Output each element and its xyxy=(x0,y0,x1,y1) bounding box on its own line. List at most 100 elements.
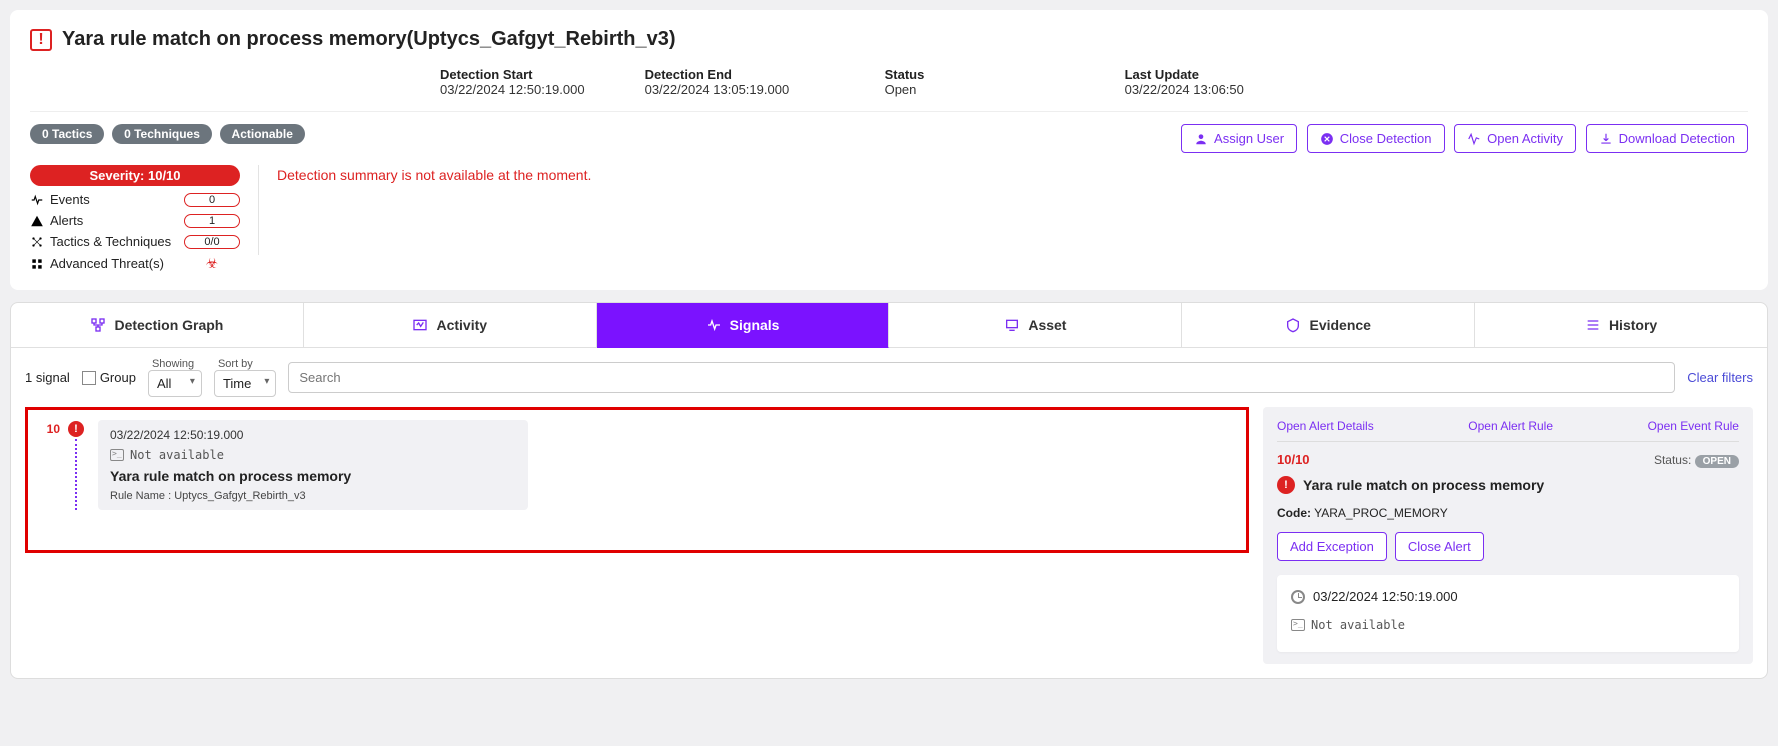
status-value: Open xyxy=(885,82,1065,97)
alerts-count[interactable]: 1 xyxy=(184,214,240,228)
clear-filters-link[interactable]: Clear filters xyxy=(1687,370,1753,385)
events-count[interactable]: 0 xyxy=(184,193,240,207)
biohazard-icon: ☣ xyxy=(184,255,240,272)
last-update-value: 03/22/2024 13:06:50 xyxy=(1125,82,1305,97)
meta-row: Detection Start 03/22/2024 12:50:19.000 … xyxy=(30,61,1748,112)
detail-inner: 03/22/2024 12:50:19.000 Not available xyxy=(1277,575,1739,652)
divider xyxy=(258,165,259,255)
rule-value: Uptycs_Gafgyt_Rebirth_v3 xyxy=(174,490,305,502)
status: Status Open xyxy=(885,67,1065,97)
assign-user-button[interactable]: Assign User xyxy=(1181,124,1297,153)
activity-tab-icon xyxy=(412,317,428,333)
sort-select[interactable]: Sort by Time xyxy=(214,358,276,397)
detail-status-wrap: Status: OPEN xyxy=(1654,453,1739,467)
group-label: Group xyxy=(100,370,136,385)
adv-threat-label: Advanced Threat(s) xyxy=(50,256,164,271)
detail-code: Code: YARA_PROC_MEMORY xyxy=(1277,506,1739,520)
terminal-icon xyxy=(1291,619,1305,631)
close-detection-label: Close Detection xyxy=(1340,131,1432,146)
close-alert-button[interactable]: Close Alert xyxy=(1395,532,1484,561)
open-activity-label: Open Activity xyxy=(1487,131,1563,146)
detail-score: 10/10 xyxy=(1277,452,1310,467)
open-activity-button[interactable]: Open Activity xyxy=(1454,124,1576,153)
severity-bar: Severity: 10/10 xyxy=(30,165,240,186)
status-label: Status xyxy=(885,67,1065,82)
signal-entry[interactable]: 10 ! 03/22/2024 12:50:19.000 Not availab… xyxy=(42,420,1232,510)
tt-count[interactable]: 0/0 xyxy=(184,235,240,249)
tabs-card: Detection Graph Activity Signals Asset E… xyxy=(10,302,1768,679)
threat-icon xyxy=(30,257,44,271)
detection-end-label: Detection End xyxy=(645,67,825,82)
tab-asset-label: Asset xyxy=(1028,317,1066,333)
page-title: Yara rule match on process memory(Uptycs… xyxy=(62,28,676,51)
last-update: Last Update 03/22/2024 13:06:50 xyxy=(1125,67,1305,97)
sort-label: Sort by xyxy=(214,358,276,370)
signals-list: 10 ! 03/22/2024 12:50:19.000 Not availab… xyxy=(25,407,1249,664)
tab-activity-label: Activity xyxy=(436,317,487,333)
open-event-rule-link[interactable]: Open Event Rule xyxy=(1648,419,1739,433)
checkbox-icon xyxy=(82,371,96,385)
signal-title: Yara rule match on process memory xyxy=(110,468,516,484)
tab-evidence-label: Evidence xyxy=(1309,317,1370,333)
graph-icon xyxy=(90,317,106,333)
alerts-label: Alerts xyxy=(50,213,83,228)
signal-count: 1 signal xyxy=(25,370,70,385)
timeline-line xyxy=(75,439,77,510)
rule-label: Rule Name : xyxy=(110,490,171,502)
asset-icon xyxy=(1004,317,1020,333)
clock-icon xyxy=(1291,590,1305,604)
tab-activity[interactable]: Activity xyxy=(304,303,597,348)
showing-value: All xyxy=(148,370,202,397)
evidence-icon xyxy=(1285,317,1301,333)
group-toggle[interactable]: Group xyxy=(82,370,136,385)
summary-missing: Detection summary is not available at th… xyxy=(277,165,591,183)
showing-label: Showing xyxy=(148,358,202,370)
signal-rule: Rule Name : Uptycs_Gafgyt_Rebirth_v3 xyxy=(110,490,516,502)
tab-evidence[interactable]: Evidence xyxy=(1182,303,1475,348)
tab-signals[interactable]: Signals xyxy=(597,303,890,348)
showing-select[interactable]: Showing All xyxy=(148,358,202,397)
tab-bar: Detection Graph Activity Signals Asset E… xyxy=(11,303,1767,348)
detection-end: Detection End 03/22/2024 13:05:19.000 xyxy=(645,67,825,97)
detail-alert-icon: ! xyxy=(1277,476,1295,494)
detail-title: Yara rule match on process memory xyxy=(1303,477,1544,493)
download-detection-button[interactable]: Download Detection xyxy=(1586,124,1748,153)
open-alert-details-link[interactable]: Open Alert Details xyxy=(1277,419,1374,433)
tab-asset[interactable]: Asset xyxy=(889,303,1182,348)
detection-header-card: ! Yara rule match on process memory(Upty… xyxy=(10,10,1768,290)
assign-user-label: Assign User xyxy=(1214,131,1284,146)
activity-icon xyxy=(1467,132,1481,146)
detail-timestamp: 03/22/2024 12:50:19.000 xyxy=(1313,589,1458,604)
tab-detection-graph[interactable]: Detection Graph xyxy=(11,303,304,348)
highlighted-signal: 10 ! 03/22/2024 12:50:19.000 Not availab… xyxy=(25,407,1249,553)
search-wrap xyxy=(288,362,1675,393)
open-alert-rule-link[interactable]: Open Alert Rule xyxy=(1468,419,1553,433)
warning-icon xyxy=(30,214,44,228)
tab-history[interactable]: History xyxy=(1475,303,1767,348)
detail-links: Open Alert Details Open Alert Rule Open … xyxy=(1277,419,1739,442)
actionable-pill[interactable]: Actionable xyxy=(220,124,305,144)
code-value: YARA_PROC_MEMORY xyxy=(1314,506,1448,520)
severity-column: Severity: 10/10 Events 0 Alerts 1 Tactic… xyxy=(30,165,240,272)
detection-start: Detection Start 03/22/2024 12:50:19.000 xyxy=(440,67,585,97)
filter-bar: 1 signal Group Showing All Sort by Time … xyxy=(11,348,1767,407)
close-alert-label: Close Alert xyxy=(1408,539,1471,554)
close-circle-icon xyxy=(1320,132,1334,146)
techniques-pill[interactable]: 0 Techniques xyxy=(112,124,212,144)
detection-end-value: 03/22/2024 13:05:19.000 xyxy=(645,82,825,97)
add-exception-button[interactable]: Add Exception xyxy=(1277,532,1387,561)
sort-value: Time xyxy=(214,370,276,397)
alert-icon: ! xyxy=(30,29,52,51)
user-icon xyxy=(1194,132,1208,146)
terminal-icon xyxy=(110,449,124,461)
signal-score: 10 xyxy=(42,420,60,510)
detection-start-value: 03/22/2024 12:50:19.000 xyxy=(440,82,585,97)
tactics-pill[interactable]: 0 Tactics xyxy=(30,124,104,144)
pills-row: 0 Tactics 0 Techniques Actionable xyxy=(30,124,309,144)
alert-dot-icon: ! xyxy=(68,421,84,437)
code-label: Code: xyxy=(1277,506,1311,520)
status-badge: OPEN xyxy=(1695,455,1739,468)
close-detection-button[interactable]: Close Detection xyxy=(1307,124,1445,153)
search-input[interactable] xyxy=(288,362,1675,393)
header-actions: Assign User Close Detection Open Activit… xyxy=(1175,124,1748,153)
